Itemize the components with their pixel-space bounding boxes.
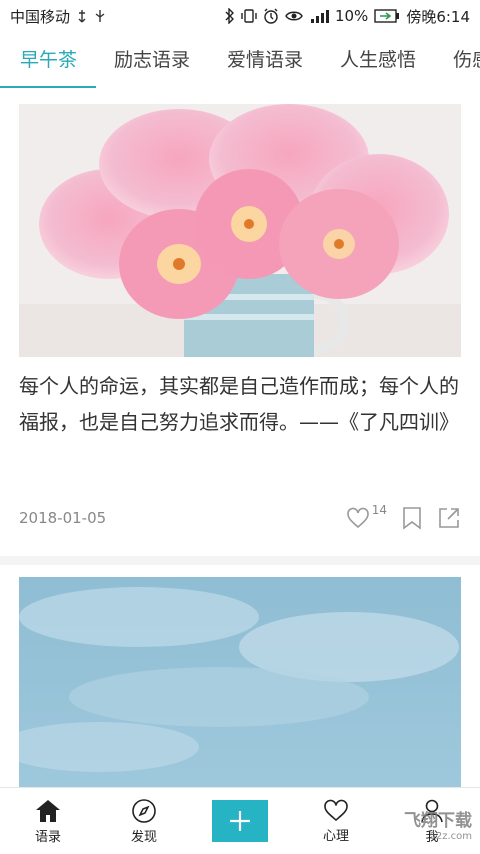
tab-zaowucha[interactable]: 早午茶 [0, 32, 94, 88]
nav-label: 语录 [34, 829, 61, 845]
add-button[interactable] [212, 800, 268, 842]
watermark: 飞翔下载 52z.com [404, 813, 472, 845]
feed-card[interactable] [0, 565, 480, 787]
vibrate-icon [241, 9, 257, 23]
eye-icon [285, 11, 303, 21]
tab-shanggan[interactable]: 伤感 [433, 32, 480, 88]
nav-faxian[interactable]: 发现 [96, 788, 192, 854]
post-date: 2018-01-05 [19, 509, 107, 527]
compass-icon [132, 798, 156, 823]
like-button[interactable]: 14 [346, 503, 387, 529]
tab-aiqing[interactable]: 爱情语录 [207, 32, 320, 88]
usb-icon [78, 10, 86, 23]
nav-add[interactable] [192, 788, 288, 854]
nav-yulu[interactable]: 语录 [0, 788, 96, 854]
status-bar: 中国移动 10% 傍晚6:14 [0, 0, 480, 32]
watermark-text: 飞翔下载 [404, 811, 472, 831]
like-count: 14 [371, 503, 387, 517]
nav-label: 发现 [130, 829, 157, 845]
usb-debug-icon [95, 10, 105, 22]
tab-lizhi[interactable]: 励志语录 [94, 32, 207, 88]
clock: 傍晚6:14 [406, 7, 470, 26]
share-icon[interactable] [437, 506, 461, 530]
feed-card[interactable]: 每个人的命运，其实都是自己造作而成；每个人的福报，也是自己努力追求而得。——《了… [0, 88, 480, 556]
watermark-sub: 52z.com [429, 831, 472, 842]
carrier-label: 中国移动 [10, 7, 71, 26]
category-tabs: 早午茶 励志语录 爱情语录 人生感悟 伤感 [0, 32, 480, 89]
battery-percent: 10% [334, 7, 369, 25]
tab-rensheng[interactable]: 人生感悟 [320, 32, 433, 88]
home-icon [36, 799, 60, 822]
quote-text[interactable]: 每个人的命运，其实都是自己造作而成；每个人的福报，也是自己努力追求而得。——《了… [19, 368, 461, 440]
sky-photo[interactable] [19, 577, 461, 787]
card-meta: 2018-01-05 14 [19, 503, 461, 533]
nav-xinli[interactable]: 心理 [288, 788, 384, 854]
nav-label: 心理 [322, 828, 349, 844]
battery-icon [374, 9, 400, 23]
heart-icon [346, 507, 369, 529]
bluetooth-icon [225, 8, 234, 24]
plus-icon [230, 811, 250, 831]
signal-icon [310, 10, 329, 23]
tulips-photo[interactable] [19, 104, 461, 357]
alarm-icon [264, 8, 278, 24]
bookmark-icon[interactable] [401, 506, 423, 530]
heart-icon [324, 799, 348, 821]
